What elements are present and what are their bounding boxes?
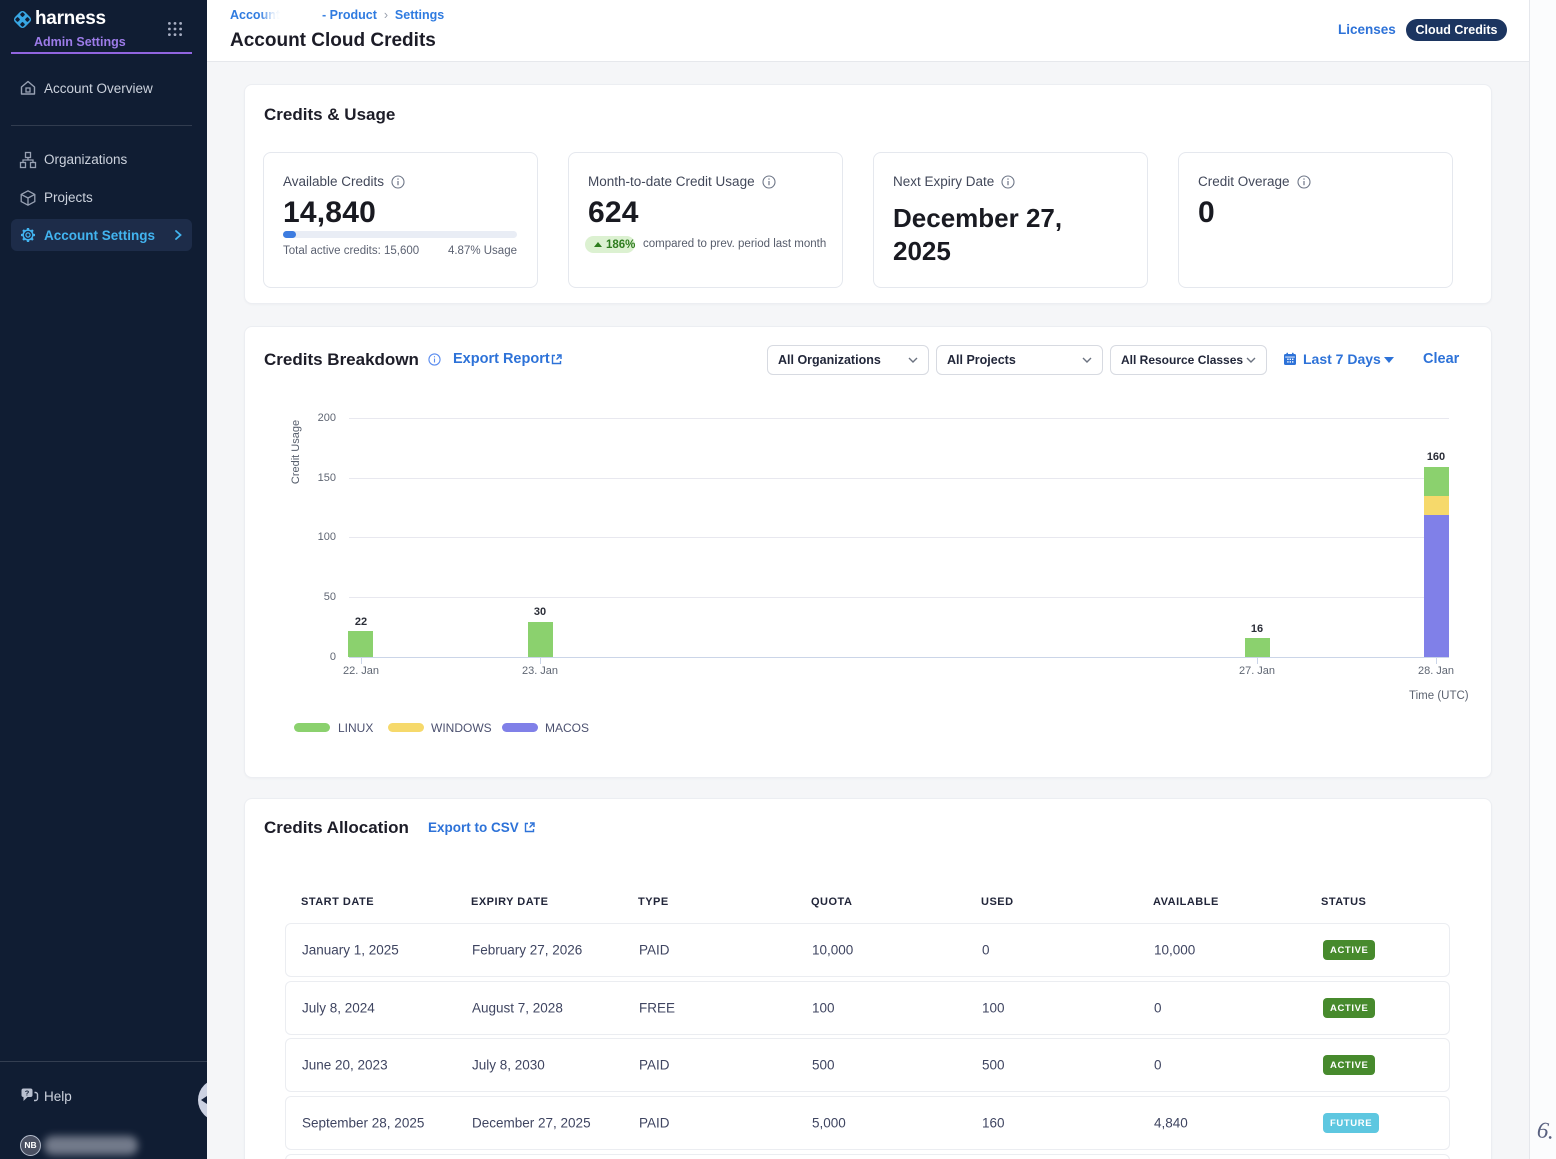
svg-text:?: ? <box>25 1088 30 1097</box>
